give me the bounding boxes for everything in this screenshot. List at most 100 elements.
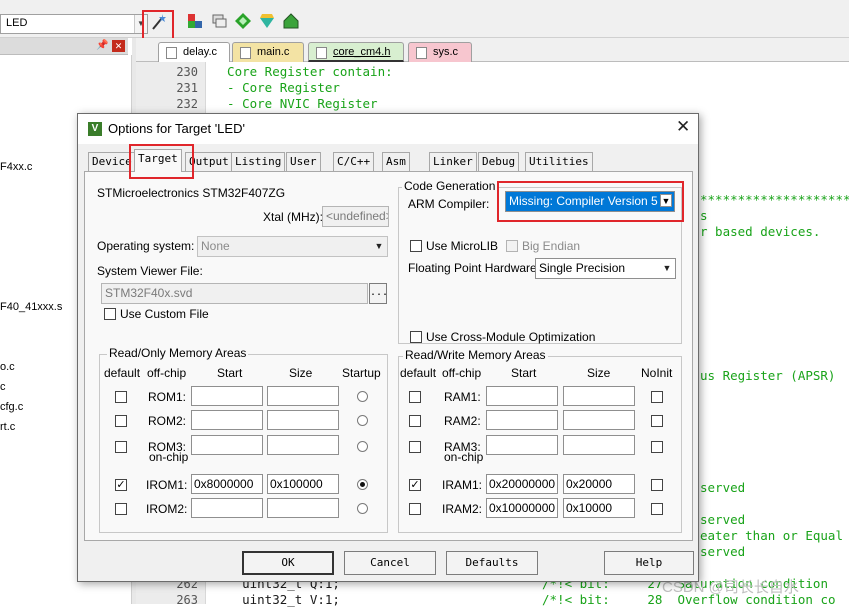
irom2-start-field[interactable] xyxy=(191,498,263,518)
project-file[interactable]: F40_41xxx.s xyxy=(0,301,62,313)
memory-label: IROM2: xyxy=(146,502,188,516)
os-select-value: None xyxy=(201,239,230,253)
tab-sys-c[interactable]: sys.c xyxy=(408,42,472,62)
irom2-startup-radio[interactable] xyxy=(357,503,368,514)
rom2-start-field[interactable] xyxy=(191,410,263,430)
code-generation-title: Code Generation xyxy=(402,179,498,193)
rom3-size-field[interactable] xyxy=(267,435,339,455)
tab-c-cpp[interactable]: C/C++ xyxy=(333,152,375,171)
irom2-default-checkbox[interactable] xyxy=(115,503,127,515)
iram2-noinit-checkbox[interactable] xyxy=(651,503,663,515)
project-file[interactable]: F4xx.c xyxy=(0,161,32,173)
use-microlib-checkbox[interactable] xyxy=(410,240,422,252)
rom1-start-field[interactable] xyxy=(191,386,263,406)
column-header: NoInit xyxy=(641,366,673,380)
file-extensions-button[interactable] xyxy=(208,12,230,34)
ram3-noinit-checkbox[interactable] xyxy=(651,441,663,453)
irom2-size-field[interactable] xyxy=(267,498,339,518)
tab-main-c[interactable]: main.c xyxy=(232,42,304,62)
rw-memory-title: Read/Write Memory Areas xyxy=(403,348,548,362)
ram1-start-field[interactable] xyxy=(486,386,558,406)
iram1-default-checkbox[interactable]: ✓ xyxy=(409,479,421,491)
close-icon[interactable]: ✕ xyxy=(112,40,125,52)
arm-compiler-label: ARM Compiler: xyxy=(408,197,490,211)
rom1-startup-radio[interactable] xyxy=(357,391,368,402)
rom1-size-field[interactable] xyxy=(267,386,339,406)
irom1-size-field[interactable]: 0x100000 xyxy=(267,474,339,494)
ram2-default-checkbox[interactable] xyxy=(409,415,421,427)
fph-select[interactable]: Single Precision ▼ xyxy=(535,258,676,279)
ro-memory-title: Read/Only Memory Areas xyxy=(107,346,249,360)
ram1-default-checkbox[interactable] xyxy=(409,391,421,403)
rom2-default-checkbox[interactable] xyxy=(115,415,127,427)
ram3-start-field[interactable] xyxy=(486,435,558,455)
irom1-startup-radio[interactable] xyxy=(357,479,368,490)
irom1-default-checkbox[interactable]: ✓ xyxy=(115,479,127,491)
run-environment-button[interactable] xyxy=(280,12,302,34)
cross-module-checkbox[interactable] xyxy=(410,331,422,343)
os-label: Operating system: xyxy=(97,239,195,253)
select-packs-button[interactable] xyxy=(256,12,278,34)
memory-label: ROM2: xyxy=(148,414,187,428)
help-button[interactable]: Help xyxy=(604,551,694,575)
ram1-size-field[interactable] xyxy=(563,386,635,406)
svd-browse-button[interactable]: ... xyxy=(369,283,388,304)
defaults-button[interactable]: Defaults xyxy=(446,551,538,575)
ram3-size-field[interactable] xyxy=(563,435,635,455)
project-file[interactable]: c xyxy=(0,381,6,393)
ram2-noinit-checkbox[interactable] xyxy=(651,415,663,427)
chevron-down-icon: ▼ xyxy=(662,263,672,273)
project-file[interactable]: o.c xyxy=(0,361,15,373)
pack-installer-button[interactable] xyxy=(232,12,254,34)
rom2-size-field[interactable] xyxy=(267,410,339,430)
column-header: off-chip xyxy=(147,366,187,380)
pin-icon[interactable]: 📌 xyxy=(96,40,108,51)
ram3-default-checkbox[interactable] xyxy=(409,441,421,453)
ok-button[interactable]: OK xyxy=(242,551,334,575)
big-endian-checkbox[interactable] xyxy=(506,240,518,252)
rom3-default-checkbox[interactable] xyxy=(115,441,127,453)
column-header: Size xyxy=(587,366,611,380)
rom3-start-field[interactable] xyxy=(191,435,263,455)
target-select[interactable]: LED ▼ xyxy=(0,14,148,34)
close-icon[interactable]: ✕ xyxy=(676,117,690,137)
xtal-field[interactable]: <undefined> xyxy=(322,206,389,227)
tab-core-cm4-h[interactable]: core_cm4.h xyxy=(308,42,404,62)
rom3-startup-radio[interactable] xyxy=(357,441,368,452)
code-fragment: us Register (APSR) xyxy=(700,368,836,383)
ram1-noinit-checkbox[interactable] xyxy=(651,391,663,403)
memory-label: RAM1: xyxy=(444,390,481,404)
tab-utilities[interactable]: Utilities xyxy=(525,152,593,171)
svd-field[interactable]: STM32F40x.svd xyxy=(101,283,368,304)
manage-components-button[interactable] xyxy=(184,12,206,34)
iram1-size-field[interactable]: 0x20000 xyxy=(563,474,635,494)
tab-debug[interactable]: Debug xyxy=(478,152,520,171)
iram1-start-field[interactable]: 0x20000000 xyxy=(486,474,558,494)
tab-linker[interactable]: Linker xyxy=(429,152,477,171)
file-icon xyxy=(416,47,427,59)
use-custom-file-checkbox[interactable] xyxy=(104,308,116,320)
irom1-start-field[interactable]: 0x8000000 xyxy=(191,474,263,494)
cancel-button[interactable]: Cancel xyxy=(344,551,436,575)
ram2-size-field[interactable] xyxy=(563,410,635,430)
tab-listing[interactable]: Listing xyxy=(231,152,286,171)
tab-delay-c[interactable]: delay.c xyxy=(158,42,230,62)
iram2-start-field[interactable]: 0x10000000 xyxy=(486,498,558,518)
iram2-size-field[interactable]: 0x10000 xyxy=(563,498,635,518)
line-number: 231 xyxy=(176,81,198,95)
ram2-start-field[interactable] xyxy=(486,410,558,430)
arm-compiler-select[interactable]: Missing: Compiler Version 5 ▼ xyxy=(505,191,675,212)
code-fragment: s xyxy=(700,208,708,223)
use-microlib-label: Use MicroLIB xyxy=(426,239,499,253)
tab-asm[interactable]: Asm xyxy=(382,152,410,171)
os-select[interactable]: None ▼ xyxy=(197,236,388,257)
tab-user[interactable]: User xyxy=(286,152,321,171)
project-pane-header xyxy=(0,38,128,55)
rom2-startup-radio[interactable] xyxy=(357,415,368,426)
project-file[interactable]: rt.c xyxy=(0,421,15,433)
project-file[interactable]: cfg.c xyxy=(0,401,23,413)
iram2-default-checkbox[interactable] xyxy=(409,503,421,515)
components-icon xyxy=(188,14,202,28)
rom1-default-checkbox[interactable] xyxy=(115,391,127,403)
iram1-noinit-checkbox[interactable] xyxy=(651,479,663,491)
